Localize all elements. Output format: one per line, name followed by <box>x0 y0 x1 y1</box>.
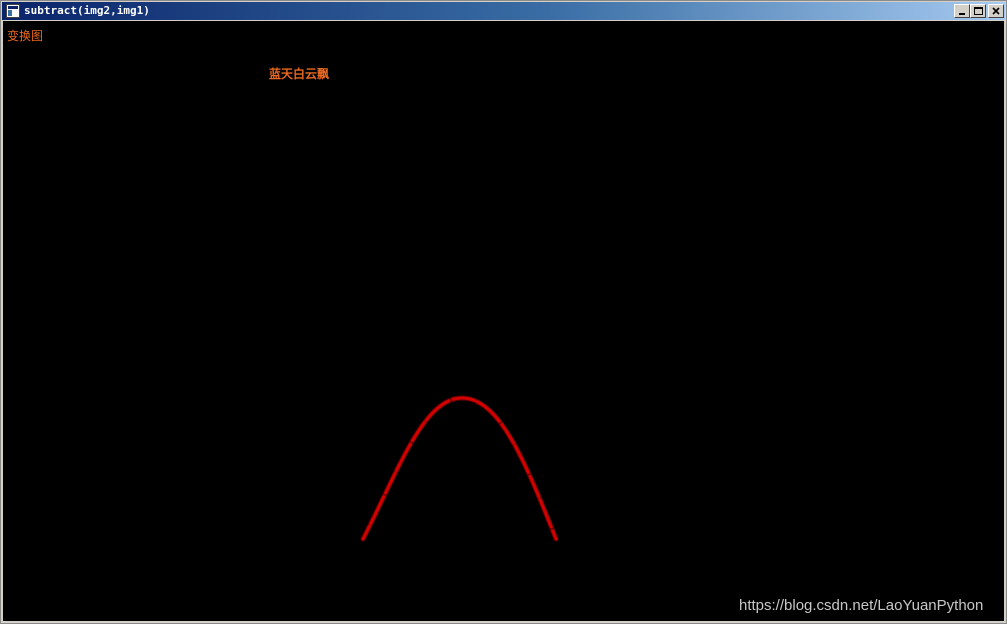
minimize-button[interactable] <box>954 4 970 18</box>
minimize-icon <box>959 13 965 15</box>
app-window: subtract(img2,img1) 变换图 蓝天白云飘 https://bl… <box>0 0 1007 624</box>
maximize-button[interactable] <box>970 4 986 18</box>
close-icon <box>992 7 1000 15</box>
close-button[interactable] <box>988 4 1004 18</box>
maximize-icon <box>974 7 983 15</box>
image-canvas[interactable]: 变换图 蓝天白云飘 https://blog.csdn.net/LaoYuanP… <box>3 21 1004 621</box>
watermark-text: https://blog.csdn.net/LaoYuanPython <box>739 597 984 614</box>
app-window-icon[interactable] <box>6 4 20 18</box>
window-title: subtract(img2,img1) <box>24 4 150 17</box>
difference-arc <box>360 395 559 542</box>
title-bar[interactable]: subtract(img2,img1) <box>2 2 1005 20</box>
